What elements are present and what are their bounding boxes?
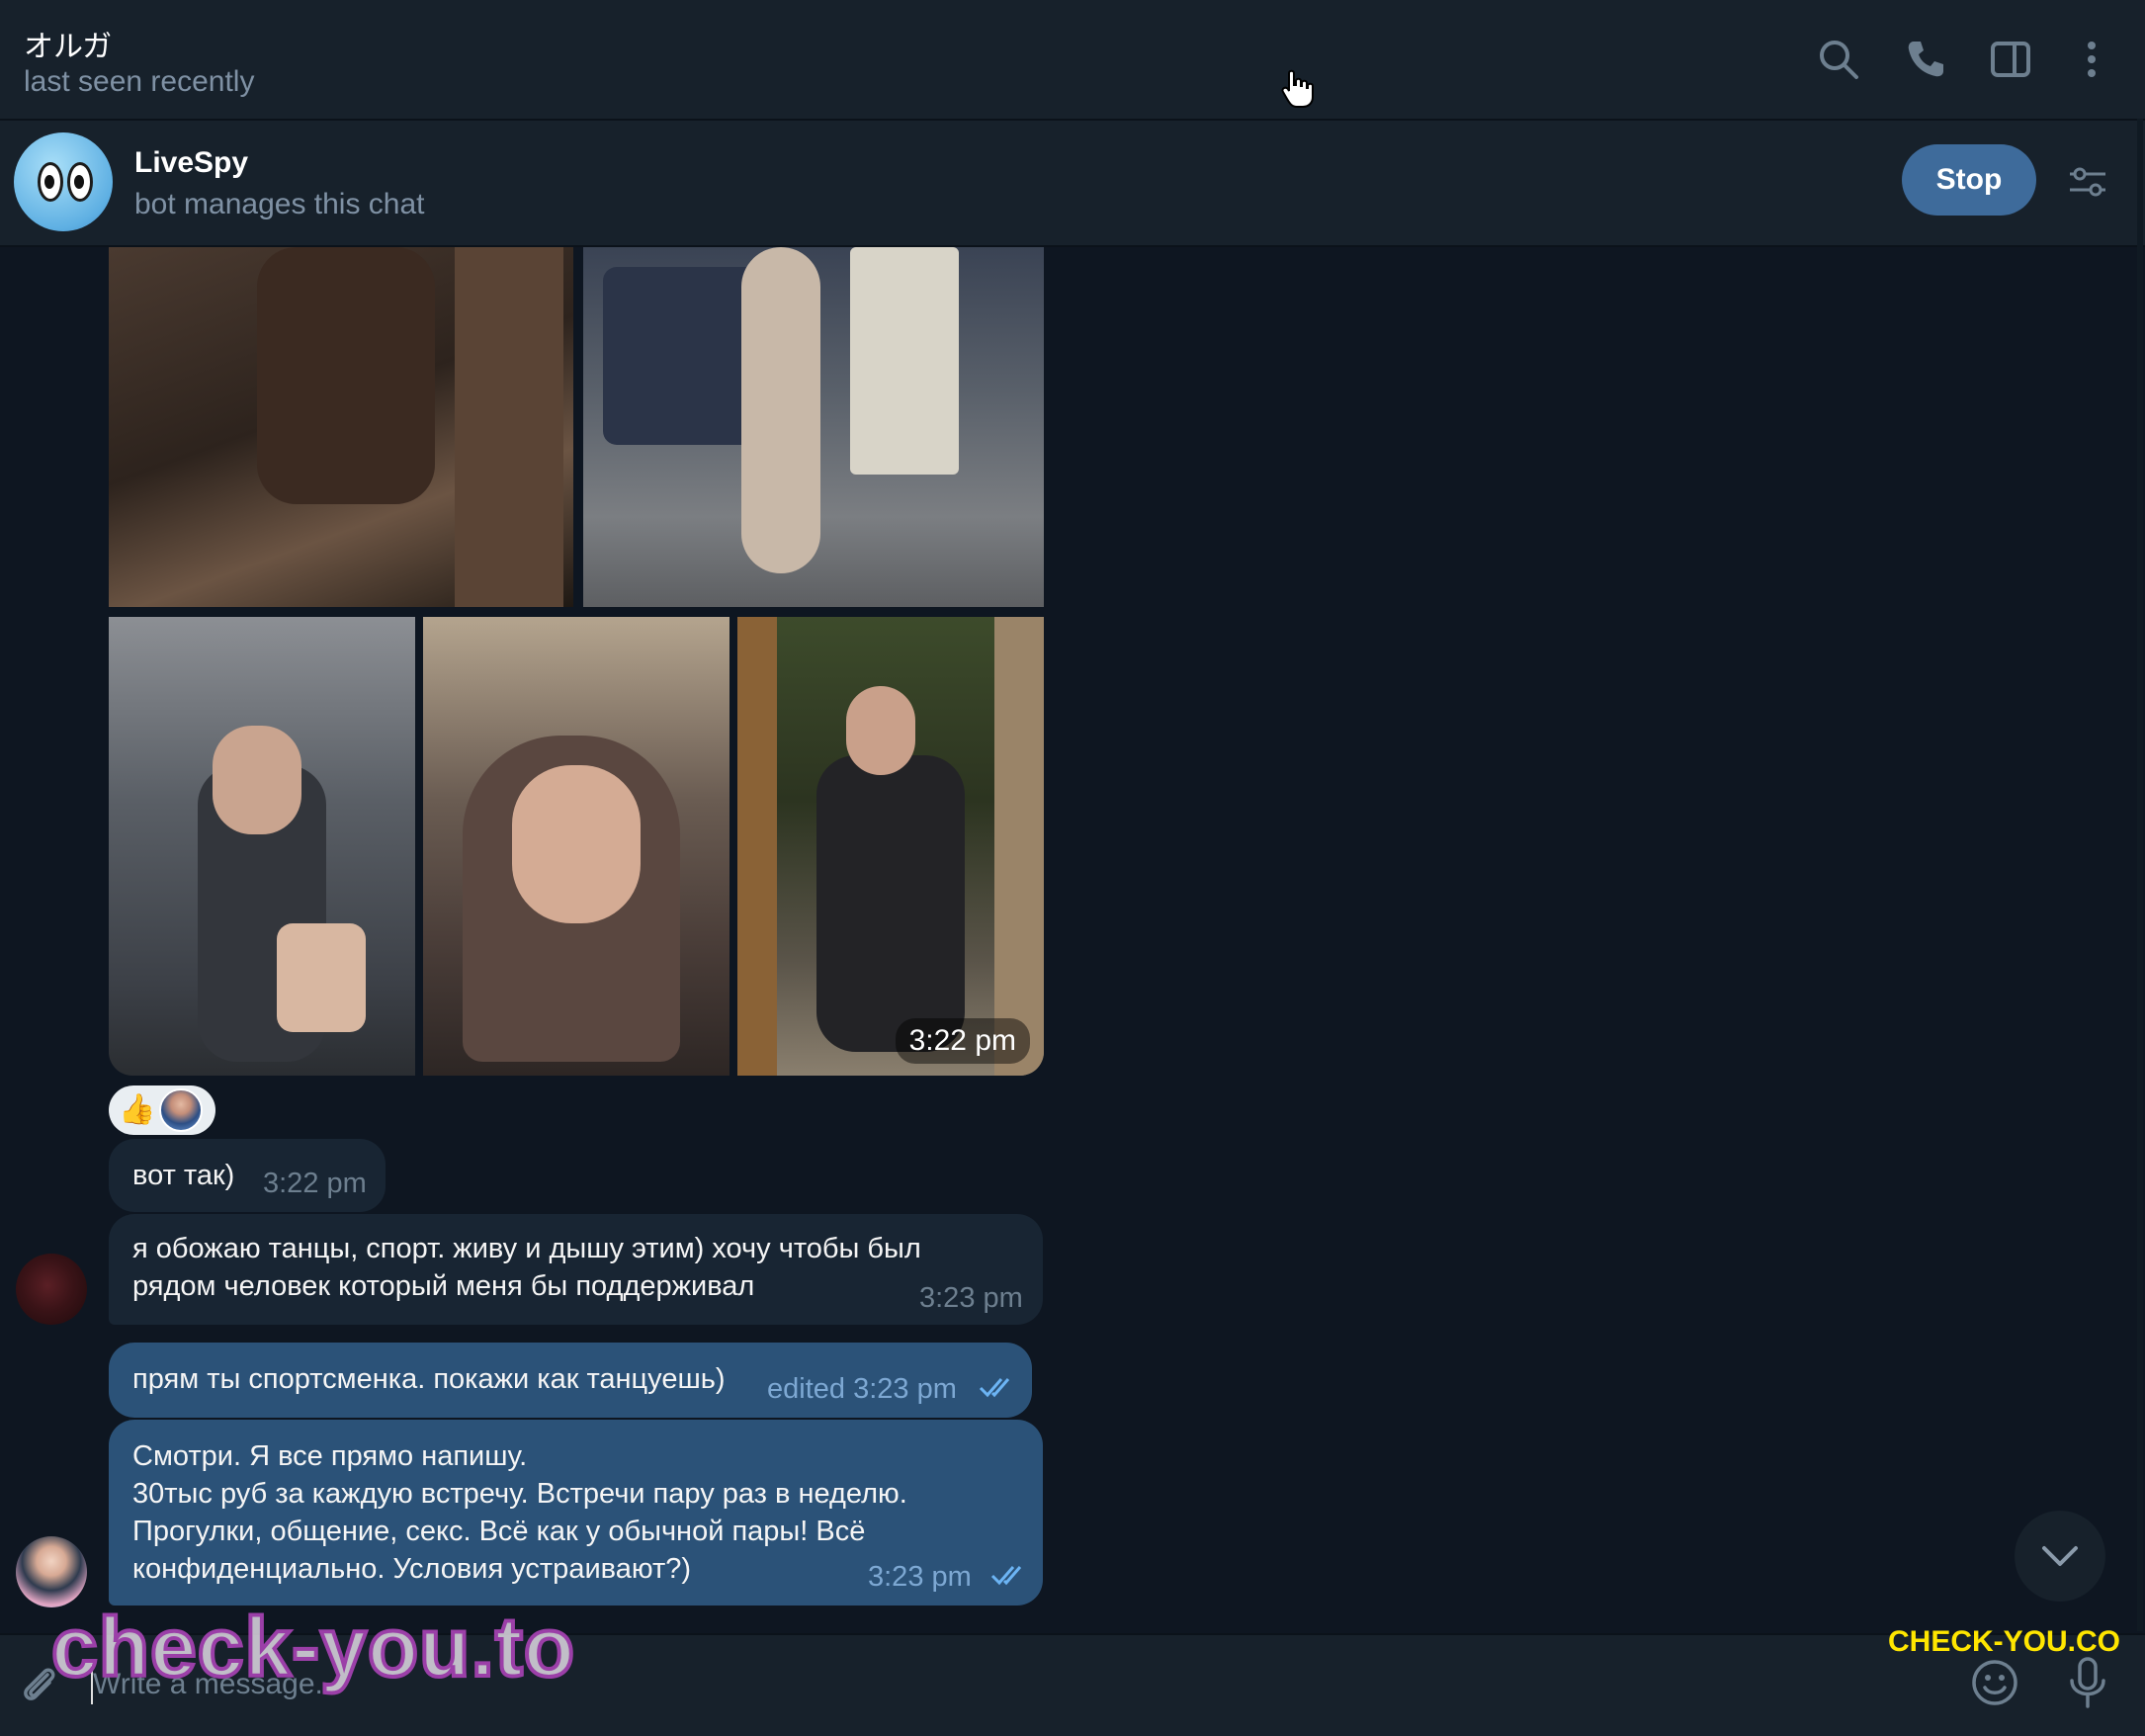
search-icon[interactable] bbox=[1815, 36, 1862, 83]
watermark-left: check-you.to bbox=[49, 1599, 576, 1695]
message-line: Прогулки, общение, секс. Всё как у обычн… bbox=[132, 1516, 866, 1547]
message-time: edited 3:23 pm bbox=[767, 1373, 957, 1405]
scroll-to-bottom-button[interactable] bbox=[2015, 1511, 2105, 1602]
bot-settings-icon[interactable] bbox=[2066, 162, 2109, 202]
album-photo[interactable] bbox=[423, 617, 729, 1076]
sidebar-toggle-icon[interactable] bbox=[1987, 36, 2034, 83]
message-line: 30тыс руб за каждую встречу. Встречи пар… bbox=[132, 1478, 907, 1510]
more-vertical-icon[interactable] bbox=[2068, 36, 2115, 83]
mouse-cursor-icon bbox=[1281, 69, 1315, 109]
contact-avatar[interactable] bbox=[16, 1254, 87, 1325]
message-line: я обожаю танцы, спорт. живу и дышу этим)… bbox=[132, 1233, 921, 1264]
message-text: прям ты спортсменка. покажи как танцуешь… bbox=[132, 1363, 726, 1395]
message-line: Смотри. Я все прямо напишу. bbox=[132, 1440, 528, 1472]
chat-header: オルガ last seen recently bbox=[0, 0, 2145, 121]
message-list[interactable]: 3:22 pm 👍 вот так) 3:22 pm я обожаю танц… bbox=[0, 247, 2145, 1633]
microphone-icon[interactable] bbox=[2066, 1655, 2109, 1710]
chat-status: last seen recently bbox=[24, 65, 255, 98]
reactor-avatar bbox=[159, 1088, 204, 1132]
message-time: 3:23 pm bbox=[919, 1282, 1023, 1314]
message-bubble-incoming[interactable]: я обожаю танцы, спорт. живу и дышу этим)… bbox=[109, 1214, 1043, 1325]
watermark-right: CHECK-YOU.CO bbox=[1888, 1625, 2121, 1658]
bot-avatar[interactable] bbox=[14, 132, 113, 231]
album-timestamp: 3:22 pm bbox=[895, 1018, 1030, 1064]
message-time: 3:23 pm bbox=[868, 1561, 972, 1593]
message-time: 3:22 pm bbox=[263, 1168, 367, 1199]
album-photo[interactable] bbox=[737, 617, 1044, 1076]
message-bubble-outgoing[interactable]: прям ты спортсменка. покажи как танцуешь… bbox=[109, 1343, 1032, 1418]
photo-album[interactable]: 3:22 pm bbox=[109, 247, 1044, 1076]
bot-name[interactable]: LiveSpy bbox=[134, 146, 248, 180]
read-ticks-icon bbox=[990, 1566, 1022, 1586]
album-photo[interactable] bbox=[109, 247, 573, 607]
my-avatar[interactable] bbox=[16, 1536, 87, 1607]
reactions-badge[interactable]: 👍 bbox=[109, 1085, 215, 1135]
message-bubble-outgoing[interactable]: Смотри. Я все прямо напишу. 30тыс руб за… bbox=[109, 1420, 1043, 1606]
phone-icon[interactable] bbox=[1902, 36, 1949, 83]
album-photo[interactable] bbox=[583, 247, 1044, 607]
chat-scrollbar[interactable] bbox=[2137, 119, 2143, 1631]
message-text: вот так) bbox=[132, 1160, 235, 1191]
thumbs-up-icon: 👍 bbox=[119, 1093, 156, 1126]
chevron-down-icon bbox=[2042, 1546, 2078, 1566]
album-photo[interactable] bbox=[109, 617, 415, 1076]
chat-title[interactable]: オルガ bbox=[24, 22, 112, 65]
message-line: конфиденциально. Условия устраивают?) bbox=[132, 1553, 692, 1585]
emoji-icon[interactable] bbox=[1969, 1657, 2020, 1708]
bot-subtitle: bot manages this chat bbox=[134, 188, 425, 220]
read-ticks-icon bbox=[979, 1378, 1010, 1398]
stop-bot-button[interactable]: Stop bbox=[1902, 144, 2036, 216]
message-bubble-incoming[interactable]: вот так) 3:22 pm bbox=[109, 1139, 386, 1212]
bot-manager-bar bbox=[0, 121, 2145, 247]
message-line: рядом человек который меня бы поддержива… bbox=[132, 1270, 755, 1302]
